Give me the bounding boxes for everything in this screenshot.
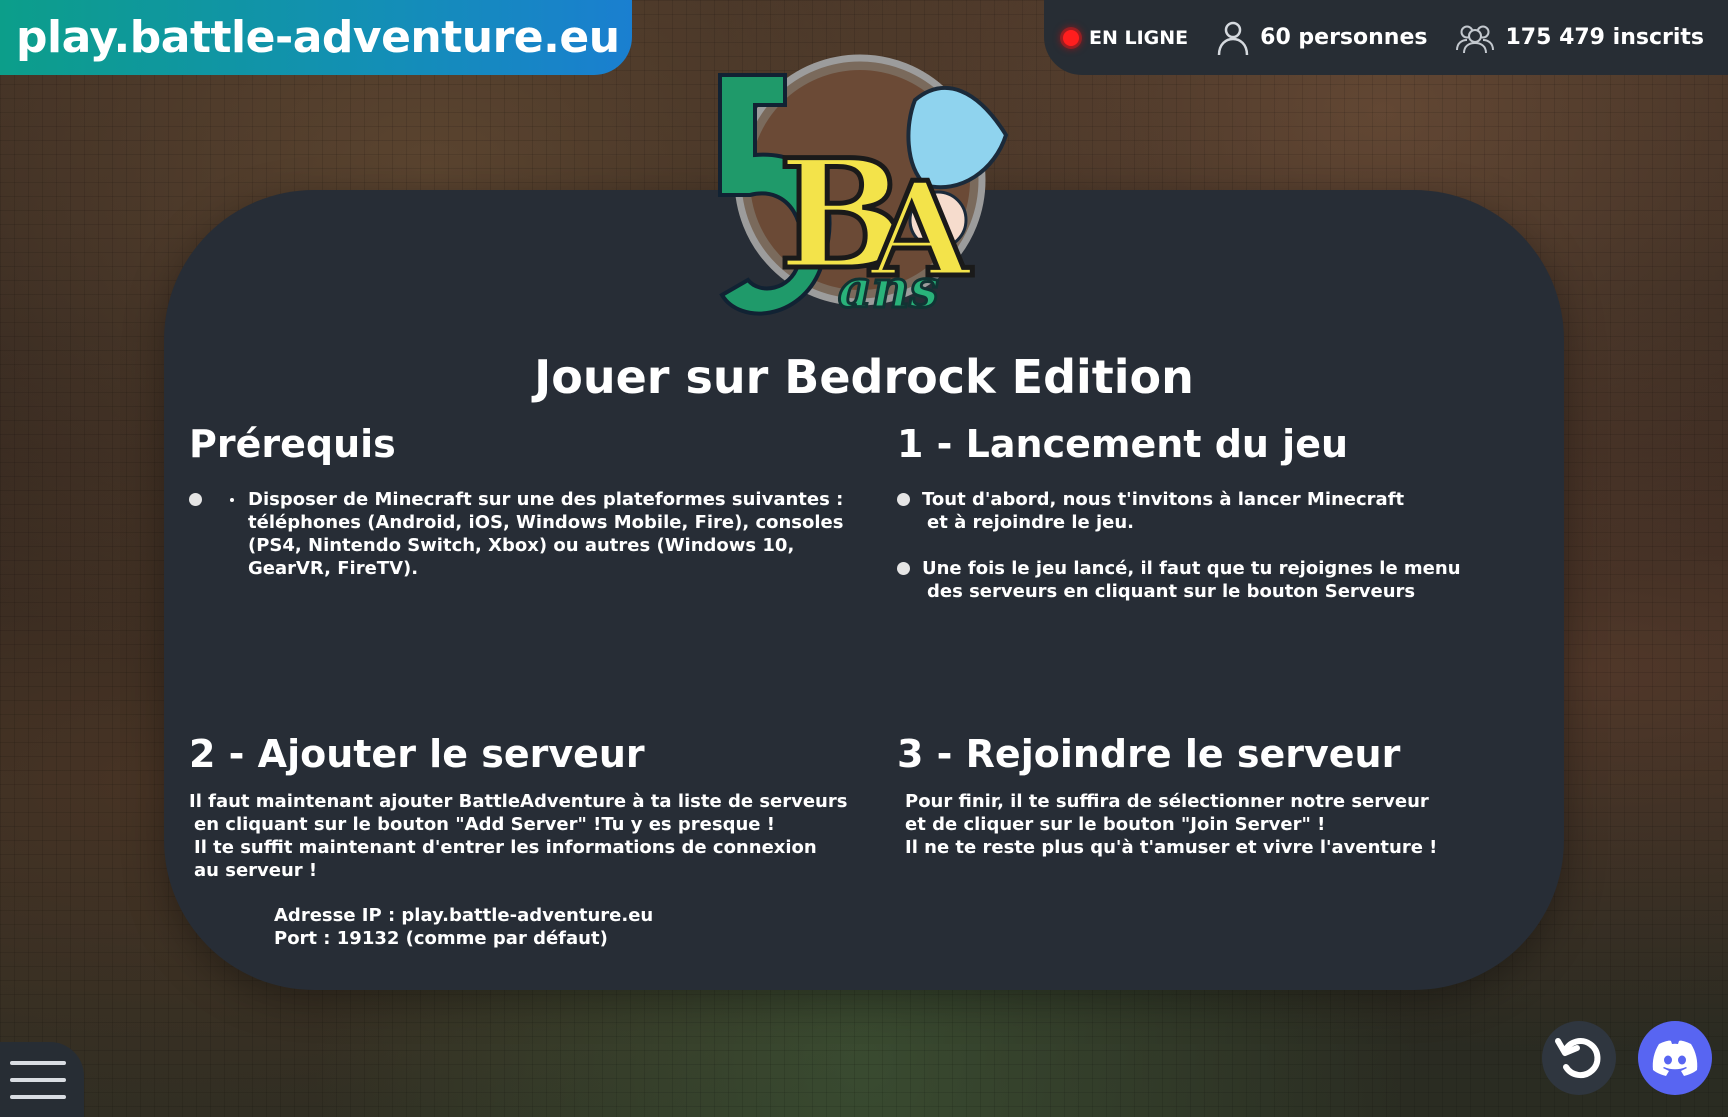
bullet-icon — [897, 562, 910, 575]
user-icon — [1217, 21, 1249, 55]
step2-section: 2 - Ajouter le serveur Il faut maintenan… — [189, 732, 848, 950]
prereq-line: Disposer de Minecraft sur une des platef… — [248, 489, 844, 510]
refresh-button[interactable] — [1542, 1021, 1616, 1095]
server-ip: Adresse IP : play.battle-adventure.eu — [274, 905, 654, 926]
list-item: Tout d'abord, nous t'invitons à lancer M… — [897, 488, 1517, 534]
step2-line: au serveur ! — [194, 860, 318, 881]
players-online: 60 personnes — [1216, 20, 1427, 56]
step2-line: en cliquant sur le bouton "Add Server" !… — [194, 814, 775, 835]
list-item: Disposer de Minecraft sur une des platef… — [189, 488, 843, 580]
step3-line: Il ne te reste plus qu'à t'amuser et viv… — [905, 837, 1438, 858]
prereq-line: GearVR, FireTV). — [248, 558, 419, 579]
step1-item-line: Tout d'abord, nous t'invitons à lancer M… — [922, 489, 1405, 510]
logo-word-ans: ans — [838, 259, 939, 320]
registered-users-count: 175 479 inscrits — [1505, 25, 1704, 50]
prereq-line: téléphones (Android, iOS, Windows Mobile… — [248, 512, 844, 533]
online-status-label: EN LIGNE — [1088, 26, 1189, 49]
step3-section: 3 - Rejoindre le serveur Pour finir, il … — [897, 732, 1517, 859]
server-status-bar: EN LIGNE 60 personnes 175 479 inscrits — [1044, 0, 1728, 75]
players-online-count: 60 personnes — [1260, 25, 1428, 50]
list-item: Une fois le jeu lancé, il faut que tu re… — [897, 557, 1517, 603]
step3-line: Pour finir, il te suffira de sélectionne… — [905, 791, 1429, 812]
prerequisites-section: Prérequis Disposer de Minecraft sur une … — [189, 422, 843, 580]
step1-item-line: Une fois le jeu lancé, il faut que tu re… — [922, 558, 1461, 579]
step2-line: Il faut maintenant ajouter BattleAdventu… — [189, 791, 848, 812]
bullet-icon — [230, 498, 234, 502]
prereq-line: (PS4, Nintendo Switch, Xbox) ou autres (… — [248, 535, 795, 556]
red-dot-icon — [1062, 29, 1079, 46]
step1-item-line: des serveurs en cliquant sur le bouton S… — [927, 581, 1416, 602]
discord-icon — [1652, 1040, 1698, 1076]
anniversary-logo: B A 5 ans — [710, 54, 1009, 322]
prerequisites-heading: Prérequis — [189, 422, 396, 466]
users-group-icon — [1456, 25, 1495, 53]
brand-domain: play.battle-adventure.eu — [16, 12, 620, 63]
refresh-icon — [1555, 1038, 1601, 1079]
registered-users: 175 479 inscrits — [1455, 22, 1704, 54]
step1-item-line: et à rejoindre le jeu. — [927, 512, 1135, 533]
step2-line: Il te suffit maintenant d'entrer les inf… — [194, 837, 817, 858]
brand-banner[interactable]: play.battle-adventure.eu — [0, 0, 632, 75]
online-status: EN LIGNE — [1062, 26, 1189, 49]
server-port: Port : 19132 (comme par défaut) — [274, 928, 608, 949]
page-title: Jouer sur Bedrock Edition — [534, 350, 1194, 404]
step3-heading: 3 - Rejoindre le serveur — [897, 732, 1401, 776]
hamburger-menu-icon[interactable] — [0, 1042, 84, 1117]
step1-section: 1 - Lancement du jeu Tout d'abord, nous … — [897, 422, 1517, 603]
bullet-icon — [189, 493, 202, 506]
logo-number: 5 — [710, 201, 712, 207]
discord-button[interactable] — [1638, 1021, 1712, 1095]
step1-heading: 1 - Lancement du jeu — [897, 422, 1349, 466]
bullet-icon — [897, 493, 910, 506]
step2-heading: 2 - Ajouter le serveur — [189, 732, 645, 776]
step3-line: et de cliquer sur le bouton "Join Server… — [905, 814, 1326, 835]
